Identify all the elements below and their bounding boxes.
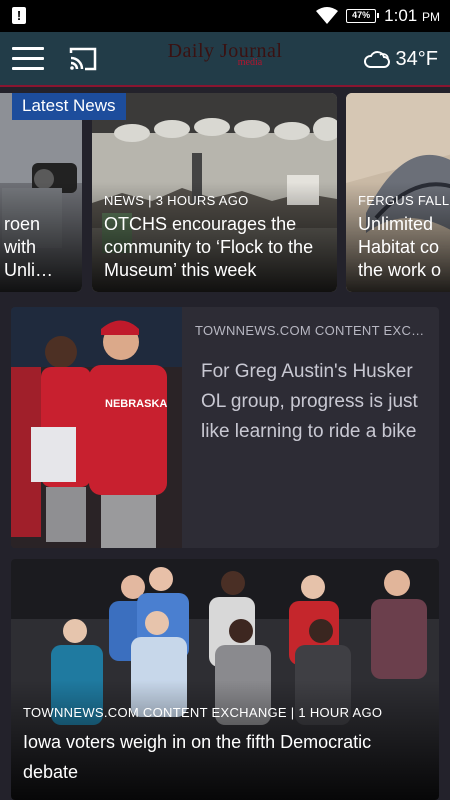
clock: 1:01 PM [384,6,440,25]
hamburger-menu-icon[interactable] [12,47,44,71]
carousel-card-next[interactable]: FERGUS FALL Unlimited Habitat co the wor… [346,93,450,292]
latest-news-badge: Latest News [12,93,126,120]
weather-widget[interactable]: 34°F [363,44,438,74]
latest-news-carousel[interactable]: Latest News roen with Unli… NEWS | 3 HOU… [0,93,450,293]
story-card[interactable]: NEBRASKA TOWNNEWS.COM CONTENT EXC… For G… [11,307,439,548]
carousel-card-title: OTCHS encourages the community to ‘Flock… [104,214,314,280]
carousel-card-title: roen with Unli… [4,214,54,280]
story-card[interactable]: TOWNNEWS.COM CONTENT EXCHANGE | 1 HOUR A… [11,559,439,800]
notification-icon: ! [12,7,26,24]
battery-icon: 47% [346,9,380,23]
app-logo[interactable]: Daily Journal media [150,40,300,80]
carousel-card-meta: NEWS | 3 HOURS AGO [104,193,249,208]
carousel-card-meta: FERGUS FALL [358,193,450,208]
status-bar: ! 47% 1:01 PM [0,0,450,32]
wifi-icon [316,7,339,24]
story-title: Iowa voters weigh in on the fifth Democr… [23,732,372,782]
carousel-card-current[interactable]: NEWS | 3 HOURS AGO OTCHS encourages the … [92,93,337,292]
story-title: For Greg Austin's Husker OL group, progr… [201,361,418,442]
carousel-card-title: Unlimited Habitat co the work o [358,214,442,280]
cloud-weather-icon [363,51,390,68]
story-photo: NEBRASKA [11,307,182,548]
temperature: 34°F [395,47,438,70]
story-meta: TOWNNEWS.COM CONTENT EXCHANGE | 1 HOUR A… [23,705,383,720]
app-bar: Daily Journal media 34°F [0,32,450,87]
cast-icon[interactable] [68,46,98,72]
svg-text:NEBRASKA: NEBRASKA [105,398,167,410]
story-meta: TOWNNEWS.COM CONTENT EXC… [195,323,425,338]
carousel-card-prev[interactable]: roen with Unli… [0,93,82,292]
